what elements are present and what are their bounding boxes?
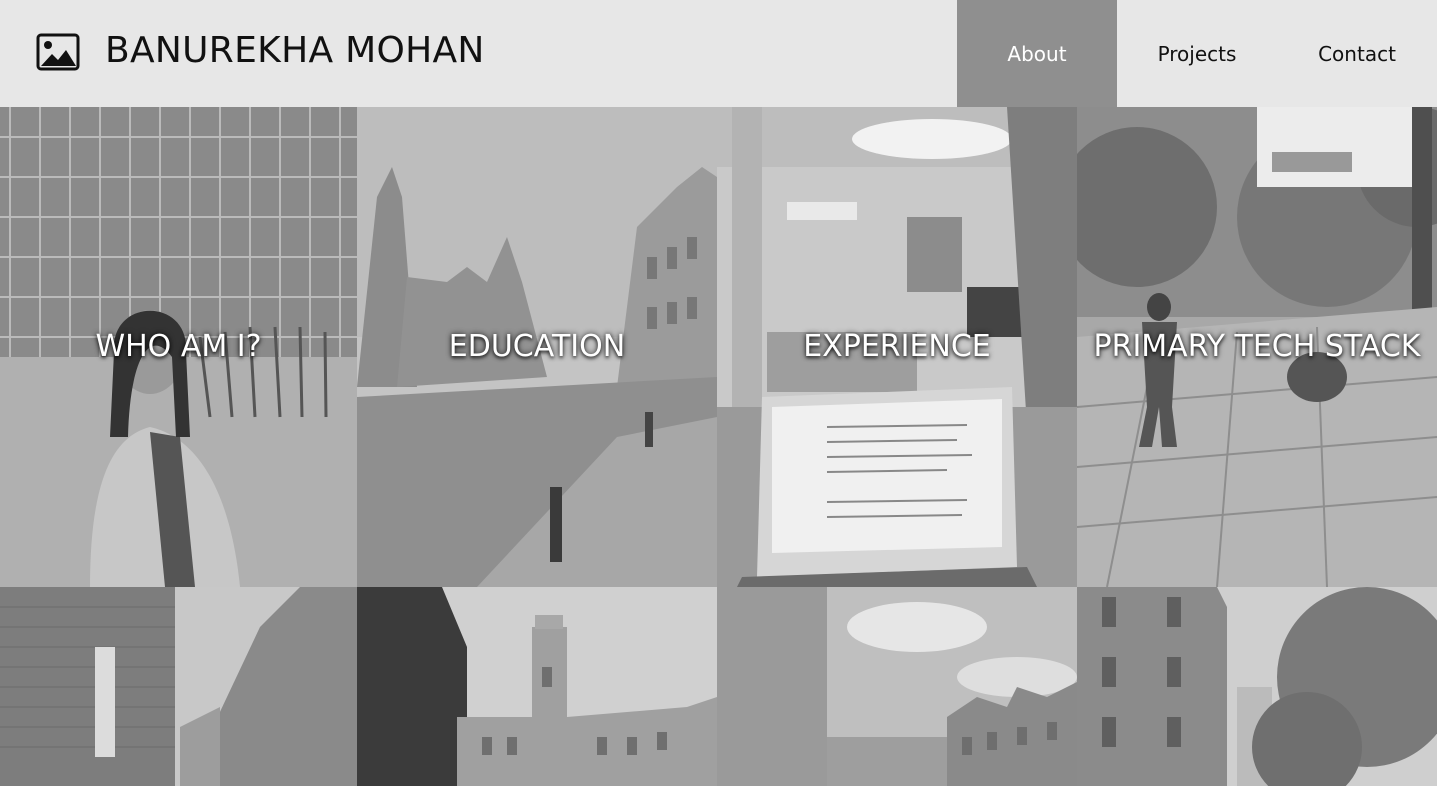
- tile-experience[interactable]: EXPERIENCE: [717, 107, 1077, 587]
- site-title[interactable]: BANUREKHA MOHAN: [105, 30, 485, 71]
- tile-label-experience: EXPERIENCE: [803, 329, 991, 364]
- photo-8: [1077, 587, 1437, 786]
- tile-photo-6[interactable]: [357, 587, 717, 786]
- nav-contact[interactable]: Contact: [1277, 0, 1437, 107]
- image-icon[interactable]: [36, 33, 80, 71]
- nav-projects[interactable]: Projects: [1117, 0, 1277, 107]
- photo-5: [0, 587, 357, 786]
- tile-photo-5[interactable]: [0, 587, 357, 786]
- photo-7: [717, 587, 1077, 786]
- tile-label-primary-tech-stack: PRIMARY TECH STACK: [1093, 329, 1421, 364]
- tile-education[interactable]: EDUCATION: [357, 107, 717, 587]
- nav-about[interactable]: About: [957, 0, 1117, 107]
- tile-photo-8[interactable]: [1077, 587, 1437, 786]
- tile-photo-7[interactable]: [717, 587, 1077, 786]
- tile-primary-tech-stack[interactable]: PRIMARY TECH STACK: [1077, 107, 1437, 587]
- photo-6: [357, 587, 717, 786]
- main-nav: About Projects Contact: [957, 0, 1437, 107]
- site-header: BANUREKHA MOHAN About Projects Contact: [0, 0, 1437, 107]
- tile-label-who-am-i: WHO AM I?: [95, 329, 262, 364]
- photo-grid: WHO AM I? EDUCATION EXPERIENCE PRIMARY T…: [0, 107, 1437, 786]
- tile-who-am-i[interactable]: WHO AM I?: [0, 107, 357, 587]
- tile-label-education: EDUCATION: [448, 329, 626, 364]
